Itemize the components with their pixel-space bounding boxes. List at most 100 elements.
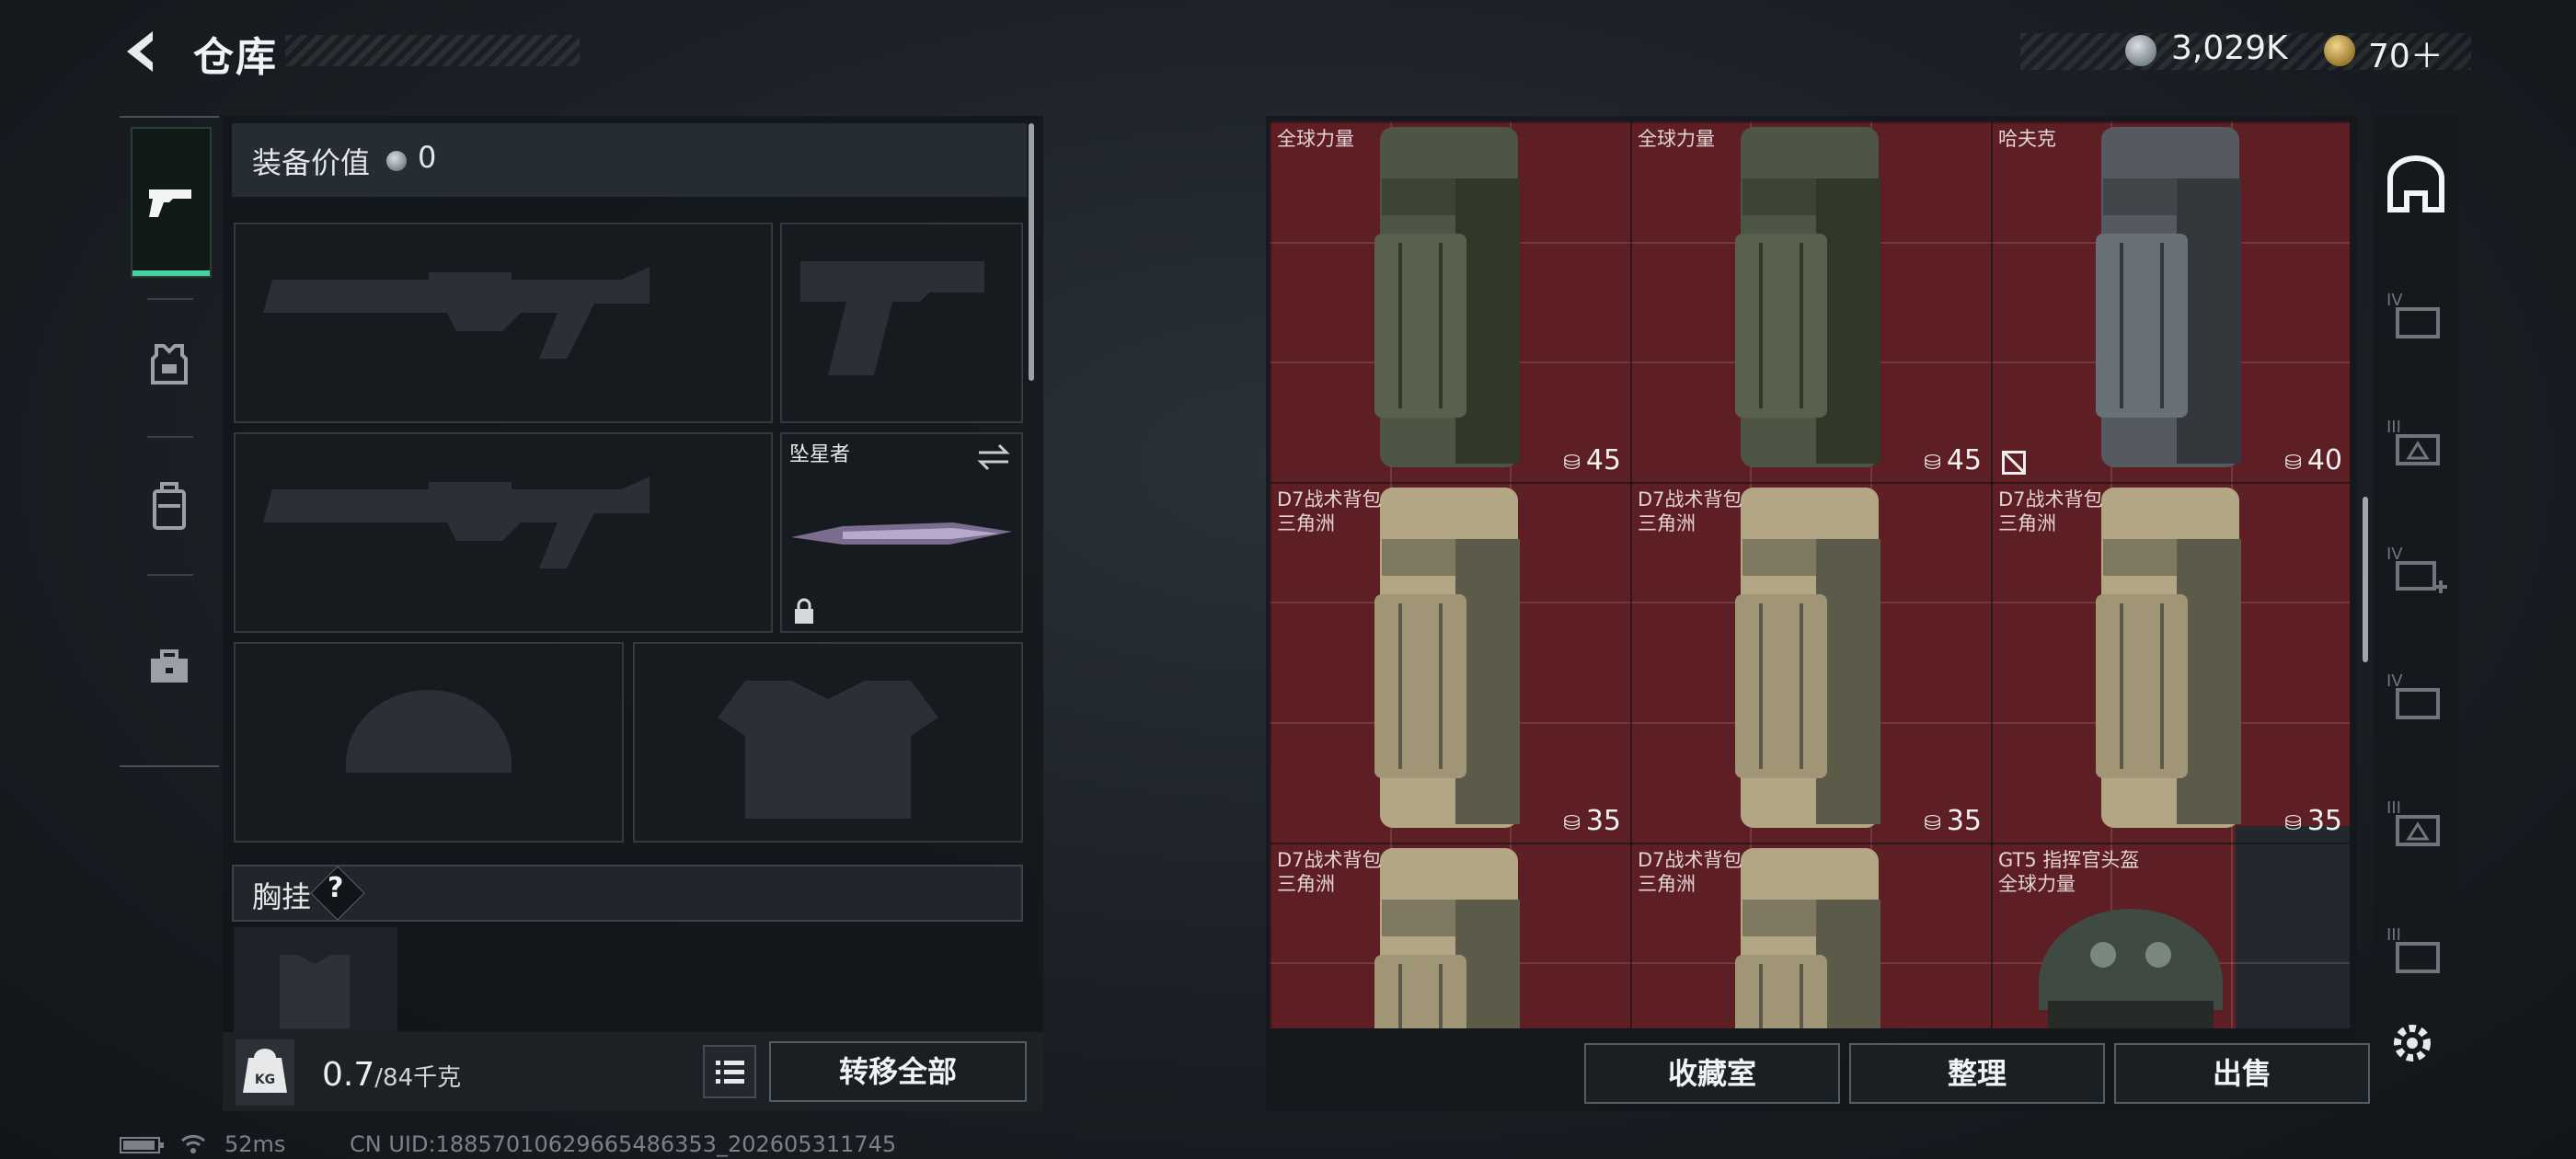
armor-silhouette-icon <box>718 681 938 819</box>
vest-icon <box>151 344 188 384</box>
filter-tier3-triangle-icon[interactable]: III <box>2381 408 2451 478</box>
helmet-silhouette-icon <box>346 690 512 773</box>
category-case-tab[interactable] <box>131 589 208 736</box>
chest-rig-label: 胸挂 <box>252 879 312 914</box>
category-weapons-tab[interactable] <box>131 127 212 278</box>
stash-item-backpack[interactable]: D7战术背包 三角洲 <box>1270 843 1632 1028</box>
chest-rig-slot[interactable] <box>234 927 397 1047</box>
list-icon <box>716 1061 744 1084</box>
wifi-icon <box>181 1134 205 1153</box>
capacity-icon: ⛁ <box>1924 812 1941 835</box>
rail-divider <box>147 436 193 438</box>
backpack-item-icon <box>1374 488 1520 828</box>
stash-scrollbar[interactable] <box>2363 497 2368 662</box>
filter-tier4-backpack-icon[interactable]: IV <box>2381 281 2451 351</box>
knife-icon <box>791 522 1012 545</box>
melee-slot[interactable]: 坠星者 <box>780 432 1023 633</box>
svg-text:III: III <box>2386 925 2401 945</box>
backpack-item-icon <box>2096 127 2241 467</box>
item-name: D7战术背包 三角洲 <box>1998 488 2103 534</box>
ping: 52ms <box>224 1131 286 1157</box>
kg-label: KG <box>255 1073 275 1087</box>
item-name: GT5 指挥官头盔 全球力量 <box>1998 849 2140 895</box>
silver-coin-icon <box>386 151 407 171</box>
user-uid: CN UID:18857010629665486353_202605311745 <box>350 1131 897 1157</box>
filter-tier3-triangle-icon[interactable]: III <box>2381 789 2451 859</box>
item-name: D7战术背包 三角洲 <box>1638 488 1742 534</box>
no-trade-icon <box>2002 451 2026 475</box>
rifle-silhouette-icon <box>263 267 650 359</box>
melee-name: 坠星者 <box>789 443 851 466</box>
stash-item-backpack[interactable]: 全球力量 ⛁ 45 <box>1630 121 1993 484</box>
capacity-icon: ⛁ <box>1563 452 1581 475</box>
item-capacity: ⛁ 35 <box>1924 805 1982 837</box>
svg-text:III: III <box>2386 418 2401 437</box>
rail-divider <box>147 298 193 300</box>
collection-room-button[interactable]: 收藏室 <box>1584 1043 1840 1104</box>
pistol-slot[interactable] <box>780 223 1023 423</box>
item-name: D7战术背包 三角洲 <box>1277 488 1382 534</box>
back-arrow-icon[interactable] <box>118 28 166 75</box>
settings-gear-icon[interactable] <box>2386 1017 2438 1069</box>
battery-icon <box>120 1137 164 1153</box>
svg-text:IV: IV <box>2386 671 2403 691</box>
stash-item-backpack[interactable]: D7战术背包 三角洲 ⛁ 35 <box>1630 482 1993 844</box>
stash-grid[interactable]: 全球力量 ⛁ 45 全球力量 ⛁ 45 哈夫克 ⛁ 40 D7战术背包 三角洲 ⛁ 35 D7战术背包 … <box>1270 121 2350 1028</box>
backpack-item-icon <box>1374 127 1520 467</box>
help-mark: ? <box>328 872 344 904</box>
primary-weapon-slot[interactable] <box>234 223 773 423</box>
stash-item-backpack[interactable]: D7战术背包 三角洲 <box>1630 843 1993 1028</box>
item-capacity: ⛁ 45 <box>1563 444 1621 476</box>
filter-tier3-refresh-icon[interactable]: III <box>2381 916 2451 986</box>
svg-text:IV: IV <box>2386 291 2403 310</box>
stash-item-backpack[interactable]: D7战术背包 三角洲 ⛁ 35 <box>1270 482 1632 844</box>
item-name: 全球力量 <box>1638 128 1715 150</box>
svg-text:III: III <box>2386 798 2401 818</box>
secondary-weapon-slot[interactable] <box>234 432 773 633</box>
capacity-icon: ⛁ <box>1563 812 1581 835</box>
category-armor-tab[interactable] <box>131 313 208 460</box>
filter-tier4-medical-icon[interactable]: IV <box>2381 535 2451 605</box>
backpack-item-icon <box>2096 488 2241 828</box>
item-name: 全球力量 <box>1277 128 1354 150</box>
filter-all-icon[interactable] <box>2381 155 2451 224</box>
capacity-icon: ⛁ <box>2284 812 2302 835</box>
pistol-silhouette-icon <box>800 261 984 375</box>
stash-item-backpack[interactable]: D7战术背包 三角洲 ⛁ 35 <box>1991 482 2350 844</box>
item-capacity: ⛁ 40 <box>2284 444 2342 476</box>
body-armor-slot[interactable] <box>633 642 1023 843</box>
filter-tier4-case-icon[interactable]: IV <box>2381 662 2451 732</box>
equipment-value: 0 <box>418 140 437 175</box>
silver-balance[interactable]: 3,029K <box>2171 29 2288 67</box>
page-title: 仓库 <box>193 34 278 81</box>
swap-icon[interactable] <box>975 442 1012 473</box>
sort-button[interactable]: 整理 <box>1849 1043 2105 1104</box>
sell-button[interactable]: 出售 <box>2114 1043 2370 1104</box>
item-capacity: ⛁ 35 <box>2284 805 2342 837</box>
stash-item-helmet[interactable]: GT5 指挥官头盔 全球力量 <box>1991 843 2350 1028</box>
item-capacity: ⛁ 45 <box>1924 444 1982 476</box>
item-name: D7战术背包 三角洲 <box>1638 849 1742 895</box>
weight-readout: 0.7/84千克 <box>322 1056 461 1094</box>
weight-icon: KG <box>236 1039 294 1106</box>
list-view-button[interactable] <box>703 1045 756 1098</box>
stash-item-backpack[interactable]: 全球力量 ⛁ 45 <box>1270 121 1632 484</box>
loadout-scrollbar[interactable] <box>1029 123 1034 381</box>
weight-value: 0.7 <box>322 1056 375 1094</box>
gold-balance[interactable]: 70＋ <box>2368 29 2444 77</box>
item-capacity: ⛁ 35 <box>1563 805 1621 837</box>
transfer-all-button[interactable]: 转移全部 <box>769 1041 1027 1102</box>
title-decoration <box>285 35 580 66</box>
lock-icon <box>795 598 813 624</box>
backpack-item-icon <box>1735 127 1880 467</box>
svg-text:IV: IV <box>2386 545 2403 564</box>
pistol-icon <box>149 189 191 217</box>
weight-limit: /84千克 <box>374 1064 462 1092</box>
briefcase-icon <box>151 649 188 683</box>
backpack-item-icon <box>1735 488 1880 828</box>
helmet-slot[interactable] <box>234 642 624 843</box>
rail-divider <box>147 574 193 576</box>
rig-silhouette-icon <box>280 955 350 1028</box>
silver-coin-icon <box>2125 35 2156 66</box>
stash-item-backpack[interactable]: 哈夫克 ⛁ 40 <box>1991 121 2350 484</box>
